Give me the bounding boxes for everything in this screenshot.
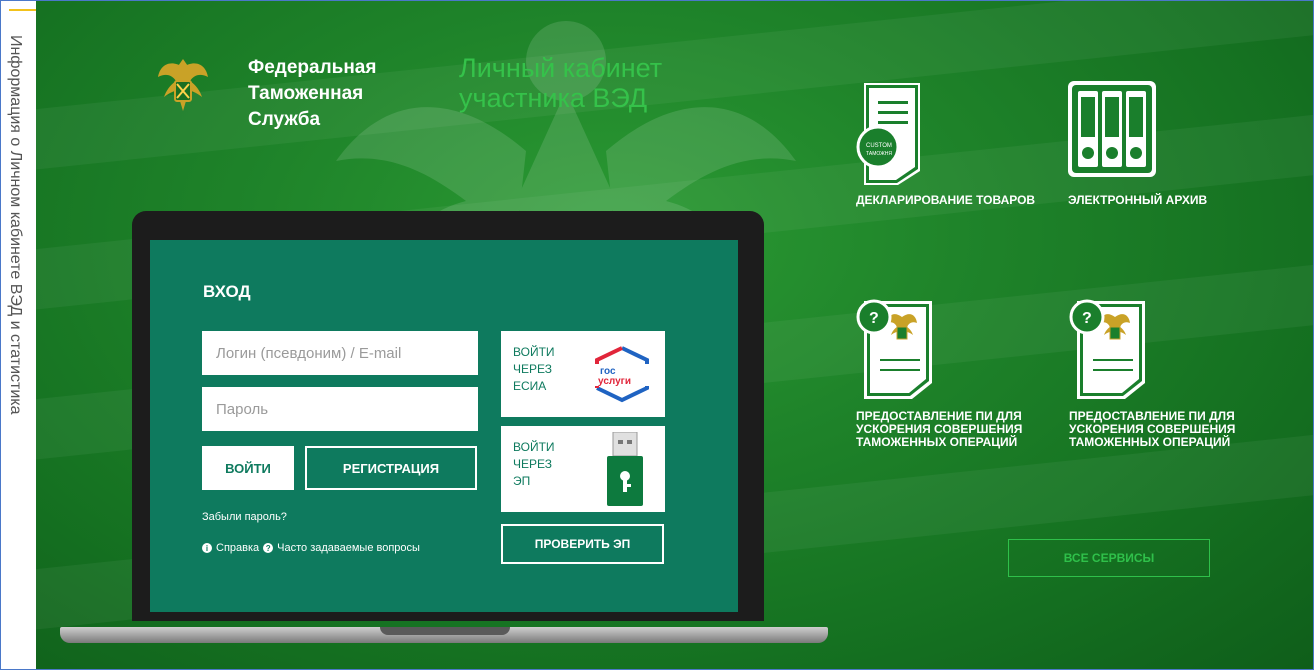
declaration-icon: CUSTOM ТАМОЖНЯ	[856, 83, 920, 185]
usb-token-icon	[607, 432, 643, 506]
info-icon: i	[202, 543, 212, 553]
question-icon: ?	[263, 543, 274, 553]
archive-binders-icon	[1068, 81, 1156, 177]
register-button[interactable]: РЕГИСТРАЦИЯ	[305, 446, 477, 490]
esia-label-line: ЕСИА	[513, 379, 547, 393]
svg-text:?: ?	[1082, 310, 1092, 327]
esia-label-line: ВОЙТИ	[513, 345, 555, 359]
ep-label-line: ЧЕРЕЗ	[513, 457, 552, 471]
forgot-password-link[interactable]: Забыли пароль?	[202, 511, 287, 523]
page-title-line: участника ВЭД	[459, 83, 648, 113]
gosuslugi-logo-bottom: услуги	[598, 376, 631, 387]
org-name-line: Служба	[248, 109, 321, 130]
password-input[interactable]	[202, 387, 478, 431]
svg-text:CUSTOM: CUSTOM	[866, 143, 892, 149]
side-tab-label[interactable]: Информация о Личном кабинете ВЭД и стати…	[6, 35, 24, 415]
svg-text:ТАМОЖНЯ: ТАМОЖНЯ	[866, 151, 892, 157]
laptop-notch	[380, 627, 510, 635]
help-link[interactable]: Справка	[216, 542, 259, 554]
hero-background: Федеральная Таможенная Служба Личный каб…	[36, 1, 1313, 669]
ep-label: ВОЙТИ ЧЕРЕЗ ЭП	[513, 439, 583, 490]
ep-label-line: ЭП	[513, 474, 531, 488]
login-title: ВХОД	[203, 282, 251, 301]
faq-link[interactable]: Часто задаваемые вопросы	[277, 542, 420, 554]
service-label: ПРЕДОСТАВЛЕНИЕ ПИ ДЛЯ УСКОРЕНИЯ СОВЕРШЕН…	[856, 409, 1023, 449]
service-label: ПРЕДОСТАВЛЕНИЕ ПИ ДЛЯ УСКОРЕНИЯ СОВЕРШЕН…	[1069, 409, 1236, 449]
organization-name: Федеральная Таможенная Служба	[248, 55, 376, 133]
svg-text:?: ?	[869, 310, 879, 327]
login-button[interactable]: ВОЙТИ	[202, 446, 294, 490]
service-label: ДЕКЛАРИРОВАНИЕ ТОВАРОВ	[856, 193, 1036, 207]
all-services-button[interactable]: ВСЕ СЕРВИСЫ	[1008, 539, 1210, 577]
org-name-line: Федеральная	[248, 57, 377, 78]
org-name-line: Таможенная	[248, 83, 364, 104]
ep-login-button[interactable]: ВОЙТИ ЧЕРЕЗ ЭП	[501, 426, 665, 512]
check-ep-button[interactable]: ПРОВЕРИТЬ ЭП	[501, 524, 664, 564]
pi-document-icon: ?	[856, 299, 932, 399]
pi-document-icon: ?	[1069, 299, 1145, 399]
info-side-tab[interactable]: Информация о Личном кабинете ВЭД и стати…	[1, 1, 37, 669]
esia-label-line: ЧЕРЕЗ	[513, 362, 552, 376]
gosuslugi-logo-icon: гос услуги	[593, 346, 651, 403]
esia-login-button[interactable]: ВОЙТИ ЧЕРЕЗ ЕСИА гос услуги	[501, 331, 665, 417]
page-title: Личный кабинет участника ВЭД	[459, 53, 662, 113]
ep-label-line: ВОЙТИ	[513, 440, 555, 454]
page-title-line: Личный кабинет	[459, 53, 663, 83]
service-label: ЭЛЕКТРОННЫЙ АРХИВ	[1068, 193, 1208, 207]
login-input[interactable]	[202, 331, 478, 375]
help-links: i Справка ? Часто задаваемые вопросы	[202, 542, 420, 554]
side-tab-accent	[9, 9, 36, 11]
fts-emblem-icon	[158, 59, 208, 111]
login-panel: ВХОД ВОЙТИ РЕГИСТРАЦИЯ Забыли пароль? i …	[150, 240, 738, 612]
esia-label: ВОЙТИ ЧЕРЕЗ ЕСИА	[513, 344, 583, 395]
